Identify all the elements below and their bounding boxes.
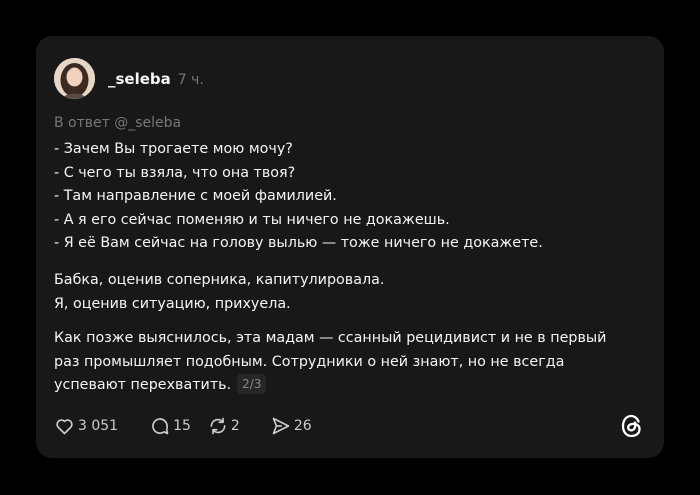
repost-button[interactable]: 2 [208, 416, 240, 436]
comment-button[interactable]: 15 [150, 416, 191, 436]
heart-icon [54, 416, 75, 436]
comment-count: 15 [173, 418, 191, 434]
avatar[interactable] [54, 58, 95, 99]
paragraph-explanation: Как позже выяснилось, эта мадам — ссанны… [54, 327, 654, 398]
post-header: _seleba 7 ч. [108, 70, 204, 90]
dialogue-line: - С чего ты взяла, что она твоя? [54, 164, 296, 181]
share-count: 26 [293, 418, 312, 434]
paragraph-outcome: Бабка, оценив соперника, капитулировала.… [54, 269, 654, 316]
dialogue-line: - Зачем Вы трогаете мою мочу? [54, 141, 293, 157]
dialogue-block: - Зачем Вы трогаете мою мочу? - С чего т… [54, 138, 654, 256]
paragraph-line: Бабка, оценив соперника, капитулировала. [54, 272, 385, 288]
repost-count: 2 [230, 418, 240, 434]
dialogue-line: - А я его сейчас поменяю и ты ничего не … [54, 211, 450, 228]
post-time[interactable]: 7 ч. [178, 72, 204, 88]
paragraph-line: Я, оценив ситуацию, прихуела. [54, 295, 291, 312]
dialogue-line: - Я её Вам сейчас на голову вылью — тоже… [54, 235, 543, 251]
username[interactable]: _seleba [108, 70, 171, 88]
dialogue-line: - Там направление с моей фамилией. [54, 188, 337, 204]
paragraph-line-text: успевают перехватить. [54, 377, 232, 393]
send-icon [271, 416, 291, 436]
page-indicator-badge: 2/3 [237, 374, 267, 394]
paragraph-line: успевают перехватить. 2/3 [54, 374, 654, 398]
comment-bubble-icon [150, 416, 170, 436]
paragraph-line: раз промышляет подобным. Сотрудники о не… [54, 353, 565, 370]
like-button[interactable]: 3 051 [54, 416, 118, 436]
threads-logo-icon[interactable] [619, 413, 645, 439]
action-bar: 3 051 15 2 26 [54, 415, 329, 437]
repost-icon [208, 416, 228, 436]
share-button[interactable]: 26 [271, 416, 312, 436]
reply-to-label[interactable]: В ответ @_seleba [54, 115, 181, 131]
paragraph-line: Как позже выяснилось, эта мадам — ссанны… [54, 330, 607, 346]
post-card: _seleba 7 ч. В ответ @_seleba - Зачем Вы… [36, 36, 664, 458]
like-count: 3 051 [78, 418, 119, 434]
